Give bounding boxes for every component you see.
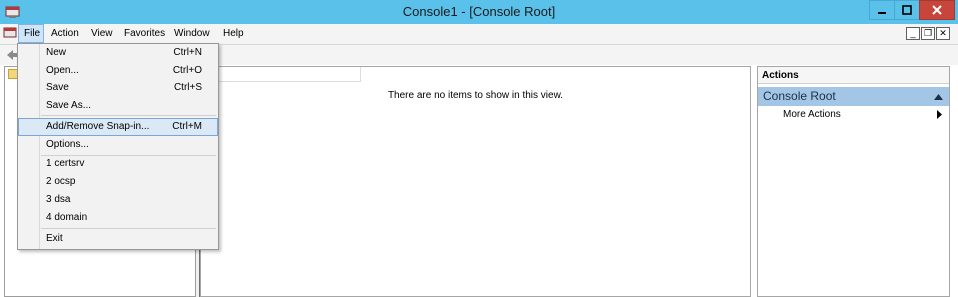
collapse-up-icon[interactable] [934,92,943,103]
window-title: Console1 - [Console Root] [402,4,556,19]
menu-item-save-as[interactable]: Save As... [18,97,218,115]
menu-item-shortcut: Ctrl+S [173,82,202,93]
menu-item-open[interactable]: Open... Ctrl+O [18,62,218,80]
minimize-icon [878,12,886,14]
menu-item-label: 3 dsa [46,194,71,205]
menu-item-recent-4[interactable]: 4 domain [18,209,218,227]
menu-window[interactable]: Window [169,24,215,43]
maximize-icon [902,5,912,15]
menu-item-options[interactable]: Options... [18,136,218,154]
menu-file[interactable]: File [18,24,44,43]
menu-separator [41,115,216,116]
menu-item-label: 2 ocsp [46,176,76,187]
menu-help[interactable]: Help [218,24,249,43]
menu-item-label: Add/Remove Snap-in... [46,121,150,132]
mdi-minimize-button[interactable]: _ [906,27,920,40]
menu-item-shortcut: Ctrl+O [172,65,202,76]
more-actions-item[interactable]: More Actions [783,108,841,122]
empty-view-message: There are no items to show in this view. [387,90,564,101]
actions-group-console-root[interactable]: Console Root [758,87,949,106]
column-header-name[interactable]: me [201,67,361,82]
close-window-button[interactable] [919,0,955,20]
menu-item-shortcut: Ctrl+N [173,47,202,58]
menu-item-label: Exit [46,233,63,244]
mdi-restore-button[interactable]: ❐ [921,27,935,40]
menu-item-label: Open... [46,65,79,76]
menu-item-recent-1[interactable]: 1 certsrv [18,155,218,173]
maximize-button[interactable] [894,0,920,20]
menu-item-label: 4 domain [46,212,88,223]
menu-favorites[interactable]: Favorites [119,24,170,43]
minimize-button[interactable] [869,0,895,20]
menu-item-label: New [46,47,67,58]
console-menu-icon[interactable] [3,26,17,40]
menu-item-label: Save [46,82,69,93]
menu-item-save[interactable]: Save Ctrl+S [18,79,218,97]
menu-item-label: Save As... [46,100,92,111]
menu-item-label: Options... [46,139,89,150]
menu-item-new[interactable]: New Ctrl+N [18,44,218,62]
close-icon [932,5,942,15]
menu-item-recent-3[interactable]: 3 dsa [18,191,218,209]
menu-view[interactable]: View [86,24,118,43]
menu-item-exit[interactable]: Exit [18,230,218,248]
mdi-close-button[interactable]: ✕ [936,27,950,40]
menu-item-shortcut: Ctrl+M [172,121,202,132]
submenu-arrow-icon[interactable] [937,110,942,122]
menu-item-add-remove-snap-in[interactable]: Add/Remove Snap-in... Ctrl+M [18,118,218,136]
actions-header: Actions [758,67,949,84]
menu-item-recent-2[interactable]: 2 ocsp [18,173,218,191]
menu-action[interactable]: Action [46,24,84,43]
menu-separator [41,228,216,229]
menu-item-label: 1 certsrv [46,158,85,169]
